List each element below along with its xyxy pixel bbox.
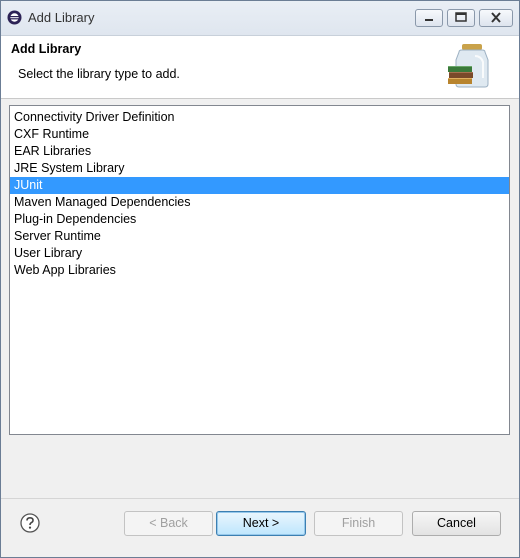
next-button[interactable]: Next > [216, 511, 306, 536]
list-item-user-library[interactable]: User Library [10, 245, 509, 262]
window-title: Add Library [28, 10, 95, 25]
page-description: Select the library type to add. [18, 67, 180, 81]
maximize-button[interactable] [447, 9, 475, 27]
cancel-button[interactable]: Cancel [412, 511, 501, 536]
library-type-list[interactable]: Connectivity Driver Definition CXF Runti… [9, 105, 510, 435]
maximize-icon [455, 12, 467, 22]
back-button[interactable]: < Back [124, 511, 213, 536]
add-library-dialog: Add Library Add Library Select the libra… [0, 0, 520, 558]
list-item-junit[interactable]: JUnit [10, 177, 509, 194]
minimize-icon [425, 19, 433, 21]
title-bar[interactable]: Add Library [1, 1, 519, 36]
list-item-ear-libraries[interactable]: EAR Libraries [10, 143, 509, 160]
minimize-button[interactable] [415, 9, 443, 27]
eclipse-icon [7, 10, 22, 25]
finish-button[interactable]: Finish [314, 511, 403, 536]
help-icon [20, 513, 40, 533]
list-item-server-runtime[interactable]: Server Runtime [10, 228, 509, 245]
list-item-web-app-libraries[interactable]: Web App Libraries [10, 262, 509, 279]
dialog-header: Add Library Select the library type to a… [1, 36, 519, 99]
list-item-maven-managed-dependencies[interactable]: Maven Managed Dependencies [10, 194, 509, 211]
page-title: Add Library [11, 42, 82, 56]
list-item-plug-in-dependencies[interactable]: Plug-in Dependencies [10, 211, 509, 228]
close-button[interactable] [479, 9, 513, 27]
list-item-cxf-runtime[interactable]: CXF Runtime [10, 126, 509, 143]
list-item-connectivity-driver-definition[interactable]: Connectivity Driver Definition [10, 109, 509, 126]
library-jar-icon [448, 44, 489, 88]
footer-separator [1, 498, 519, 499]
list-item-jre-system-library[interactable]: JRE System Library [10, 160, 509, 177]
help-button[interactable] [20, 513, 40, 533]
close-icon [491, 12, 501, 23]
